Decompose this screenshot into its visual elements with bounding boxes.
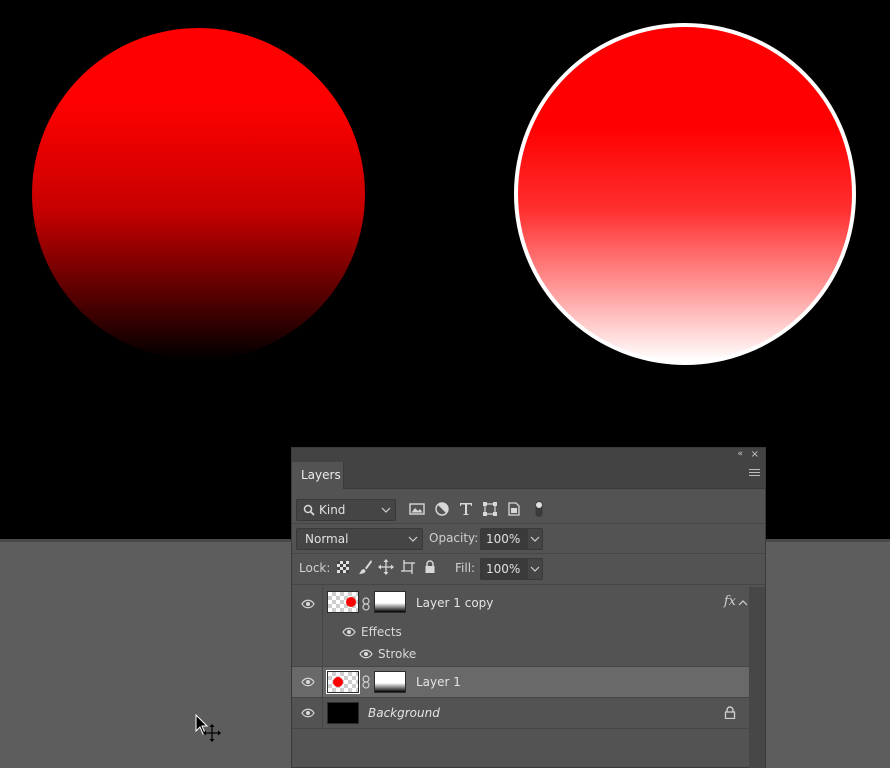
lock-icon[interactable] bbox=[724, 706, 736, 719]
fill-dropdown-button[interactable] bbox=[528, 558, 543, 580]
divider bbox=[292, 553, 765, 554]
lock-label: Lock: bbox=[299, 561, 331, 575]
eye-visibility-icon[interactable] bbox=[301, 599, 315, 609]
red-gradient-circle-stroked bbox=[514, 23, 856, 365]
opacity-label: Opacity: bbox=[429, 531, 479, 545]
lock-transparent-pixels-icon[interactable] bbox=[335, 559, 351, 575]
panel-title-bar[interactable]: « × bbox=[292, 448, 765, 462]
lock-artboard-icon[interactable] bbox=[400, 559, 416, 575]
eye-visibility-icon[interactable] bbox=[301, 677, 315, 687]
move-tool-cursor-icon bbox=[195, 713, 221, 742]
chevron-down-icon bbox=[530, 536, 540, 542]
opacity-dropdown-button[interactable] bbox=[528, 528, 543, 550]
eye-visibility-icon[interactable] bbox=[301, 708, 315, 718]
layer-name[interactable]: Layer 1 bbox=[416, 675, 461, 689]
red-gradient-circle-dark bbox=[32, 28, 365, 360]
effect-name: Stroke bbox=[378, 647, 417, 661]
type-filter-icon[interactable] bbox=[457, 500, 475, 518]
link-icon[interactable] bbox=[362, 675, 370, 689]
panel-tab-bar: Layers bbox=[292, 462, 765, 489]
layer-row-layer-1-copy[interactable]: Layer 1 copy fx bbox=[292, 587, 750, 621]
layer-row-background[interactable]: Background bbox=[292, 698, 750, 728]
lock-position-icon[interactable] bbox=[378, 559, 394, 575]
layers-scrollbar[interactable] bbox=[749, 587, 765, 768]
effects-label: Effects bbox=[361, 625, 402, 639]
visibility-column-divider bbox=[322, 643, 323, 666]
chevron-up-icon[interactable] bbox=[738, 599, 748, 607]
image-filter-icon[interactable] bbox=[408, 500, 426, 518]
fill-input[interactable]: 100% bbox=[480, 558, 528, 580]
lock-all-icon[interactable] bbox=[422, 559, 438, 575]
layer-thumbnail[interactable] bbox=[327, 702, 359, 724]
visibility-column-divider bbox=[322, 621, 323, 643]
tab-layers[interactable]: Layers bbox=[292, 462, 344, 489]
layers-panel: « × Layers Kind Normal Opacity: 100% Loc… bbox=[291, 447, 766, 768]
chevron-down-icon bbox=[381, 507, 391, 513]
eye-visibility-icon[interactable] bbox=[342, 627, 356, 637]
divider bbox=[292, 728, 750, 729]
visibility-column-divider bbox=[322, 698, 323, 728]
filter-kind-label: Kind bbox=[319, 503, 346, 517]
chevron-down-icon bbox=[530, 566, 540, 572]
filter-toggle-icon[interactable] bbox=[530, 500, 548, 518]
filter-kind-select[interactable]: Kind bbox=[296, 499, 396, 521]
layer-row-layer-1[interactable]: Layer 1 bbox=[292, 667, 750, 697]
blend-mode-select[interactable]: Normal bbox=[296, 528, 423, 550]
divider bbox=[292, 523, 765, 524]
lock-image-pixels-icon[interactable] bbox=[357, 559, 373, 575]
blend-mode-value: Normal bbox=[305, 532, 349, 546]
layer-list: Layer 1 copy fx Effects Stroke Layer 1 B… bbox=[292, 587, 750, 768]
collapse-panel-icon[interactable]: « bbox=[737, 448, 743, 461]
eye-visibility-icon[interactable] bbox=[359, 649, 373, 659]
layer-name[interactable]: Layer 1 copy bbox=[416, 596, 493, 610]
chevron-down-icon bbox=[408, 536, 418, 542]
fx-indicator[interactable]: fx bbox=[724, 594, 736, 609]
search-icon bbox=[303, 504, 315, 516]
effect-row-stroke[interactable]: Stroke bbox=[292, 643, 750, 666]
divider bbox=[292, 584, 765, 585]
visibility-column-divider bbox=[322, 587, 323, 621]
layer-mask-thumbnail[interactable] bbox=[374, 591, 406, 613]
layer-thumbnail[interactable] bbox=[327, 591, 359, 613]
layer-thumbnail[interactable] bbox=[326, 670, 360, 694]
close-panel-icon[interactable]: × bbox=[751, 448, 759, 461]
adjustment-filter-icon[interactable] bbox=[433, 500, 451, 518]
visibility-column-divider bbox=[322, 667, 323, 697]
layer-name[interactable]: Background bbox=[368, 706, 440, 720]
link-icon[interactable] bbox=[362, 597, 370, 611]
smart-object-filter-icon[interactable] bbox=[505, 500, 523, 518]
layer-mask-thumbnail[interactable] bbox=[374, 671, 406, 693]
fill-label: Fill: bbox=[455, 561, 476, 575]
opacity-input[interactable]: 100% bbox=[480, 528, 528, 550]
shape-filter-icon[interactable] bbox=[481, 500, 499, 518]
panel-menu-icon[interactable] bbox=[749, 469, 760, 480]
effects-row[interactable]: Effects bbox=[292, 621, 750, 643]
